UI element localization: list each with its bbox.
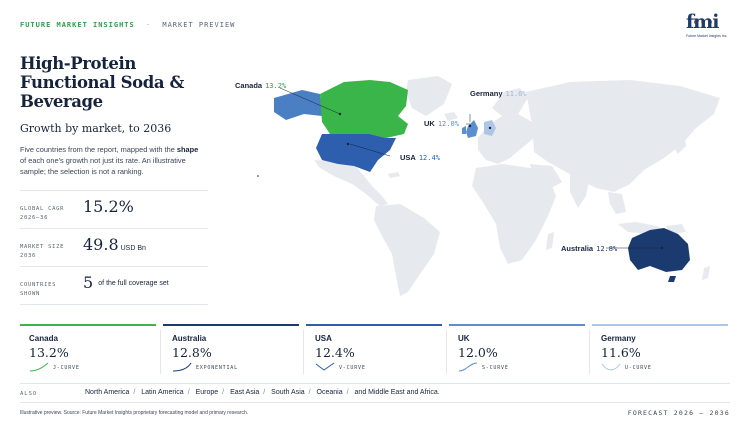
tile-curve-type: J-CURVE [53,365,80,371]
s-curve-icon [458,362,478,372]
map-label-usa: USA 12.4% [400,153,440,162]
country-tiles: Canada 13.2% J-CURVE Australia 12.8% EXP… [20,324,730,380]
tile-usa[interactable]: USA 12.4% V-CURVE [306,324,447,380]
description: Five countries from the report, mapped w… [20,144,206,177]
tile-country-name: UK [458,334,470,343]
logo-word: fmi [686,11,720,33]
forecast-period: FORECAST 2026 – 2036 [627,409,730,417]
stat-cagr: GLOBAL CAGR 2026–36 15.2% [20,190,208,228]
brand-name: FUTURE MARKET INSIGHTS [20,21,135,29]
canada-shape [320,80,408,138]
region-item[interactable]: Europe [196,389,219,396]
logo-tagline: Future Market Insights Inc. [686,34,728,38]
page-subtitle: Growth by market, to 2036 [20,122,172,135]
south-america [374,204,440,296]
australia-shape [628,228,690,272]
tile-canada[interactable]: Canada 13.2% J-CURVE [20,324,161,380]
uk-shape [466,120,478,138]
map-label-germany: Germany 11.6% [470,89,527,98]
tile-germany[interactable]: Germany 11.6% U-CURVE [592,324,728,380]
description-part-1: Five countries from the report, mapped w… [20,145,177,154]
india [570,174,590,208]
description-part-2: of each one's growth not just its rate. … [20,156,186,176]
map-label-uk: UK 12.0% [424,119,459,128]
tile-country-name: Canada [29,334,58,343]
fmi-logo[interactable]: fmi Future Market Insights Inc. [686,13,730,43]
also-regions-row: ALSO North America / Latin America / Europ… [20,383,730,403]
stat-countries: COUNTRIES SHOWN 5 of the full coverage s… [20,266,208,304]
tile-curve-type: S-CURVE [482,365,509,371]
tile-growth-value: 12.0% [458,345,498,360]
tile-growth-value: 12.4% [315,345,355,360]
world-map: Canada 13.2% Germany 11.6% UK 12.0% USA 12.4… [230,64,730,300]
stat-label: GLOBAL CAGR 2026–36 [20,206,65,221]
tile-uk[interactable]: UK 12.0% S-CURVE [449,324,590,380]
new-zealand [702,266,710,280]
tile-country-name: Germany [601,334,636,343]
also-regions: North America / Latin America / Europe / Ea… [85,389,440,396]
source-note: Illustrative preview. Source: Future Mar… [20,410,249,416]
page-title: High-Protein Functional Soda & Beverage [20,54,185,111]
topbar-separator: · [145,21,152,29]
top-bar: FUTURE MARKET INSIGHTS · MARKET PREVIEW [20,21,235,29]
u-curve-icon [601,363,621,371]
region-item[interactable]: Latin America [141,389,183,396]
key-stats: GLOBAL CAGR 2026–36 15.2% MARKET SIZE 20… [20,190,208,305]
region-item[interactable]: North America [85,389,129,396]
greenland [406,76,452,116]
stat-value: 15.2% [83,197,134,216]
map-label-australia: Australia 12.8% [561,244,618,253]
tile-curve-type: V-CURVE [339,365,366,371]
stat-value: 5 of the full coverage set [83,273,169,292]
tile-growth-value: 11.6% [601,345,641,360]
mexico [314,160,388,206]
stat-value: 49.8 USD Bn [83,235,146,254]
tile-curve-type: U-CURVE [625,365,652,371]
v-curve-icon [315,362,335,371]
also-label: ALSO [20,391,38,397]
stat-market-size: MARKET SIZE 2036 49.8 USD Bn [20,228,208,266]
section-name: MARKET PREVIEW [162,21,236,29]
stat-label: COUNTRIES SHOWN [20,282,57,297]
stat-label: MARKET SIZE 2036 [20,244,65,259]
region-item[interactable]: and Middle East and Africa. [355,389,440,396]
tile-australia[interactable]: Australia 12.8% EXPONENTIAL [163,324,304,380]
tile-growth-value: 12.8% [172,345,212,360]
stat-unit: of the full coverage set [98,280,169,287]
tile-growth-value: 13.2% [29,345,69,360]
world-map-svg [257,76,720,296]
description-bold: shape [176,145,199,154]
region-item[interactable]: East Asia [230,389,259,396]
stat-unit: USD Bn [120,245,146,252]
map-label-canada: Canada 13.2% [235,81,287,90]
j-curve-icon [29,362,49,372]
region-item[interactable]: Oceania [317,389,343,396]
alaska-shape [274,90,322,120]
tile-country-name: USA [315,334,332,343]
exponential-curve-icon [172,362,192,372]
tile-curve-type: EXPONENTIAL [196,365,238,371]
region-item[interactable]: South Asia [271,389,304,396]
tile-country-name: Australia [172,334,207,343]
